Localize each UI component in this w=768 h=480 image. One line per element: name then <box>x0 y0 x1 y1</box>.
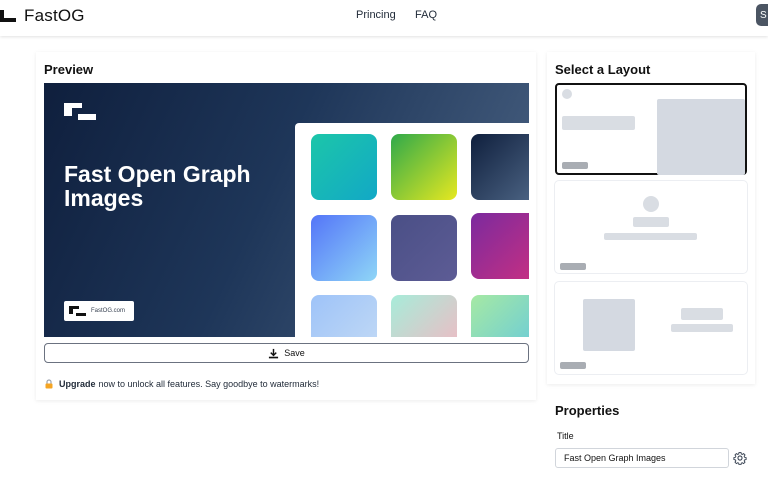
layout-thumb-image <box>657 99 745 175</box>
layout-thumb-image <box>583 299 635 351</box>
upgrade-link[interactable]: Upgrade <box>59 379 96 389</box>
brand[interactable]: FastOG <box>0 6 85 26</box>
upgrade-text: now to unlock all features. Say goodbye … <box>98 379 320 389</box>
gradient-tile <box>471 295 529 337</box>
logo-icon <box>0 9 18 23</box>
og-image-preview: Fast Open Graph Images FastOG.com <box>44 83 529 337</box>
save-label: Save <box>284 348 305 358</box>
save-button[interactable]: Save <box>44 343 529 363</box>
layout-thumb-avatar <box>562 89 572 99</box>
upgrade-notice: Upgrade now to unlock all features. Say … <box>44 379 319 389</box>
watermark-logo-icon <box>69 306 87 316</box>
gradient-tile <box>311 134 377 200</box>
properties-heading: Properties <box>555 403 620 418</box>
canvas-logo-icon <box>64 103 98 121</box>
layout-heading: Select a Layout <box>555 62 651 77</box>
layout-thumb-badge <box>562 162 588 169</box>
layout-option-2[interactable] <box>555 181 747 273</box>
gradient-tile <box>311 295 377 337</box>
layout-panel: Select a Layout <box>547 52 755 384</box>
layout-thumb-badge <box>560 362 586 369</box>
download-icon <box>269 348 279 358</box>
title-field-label: Title <box>557 431 574 441</box>
layout-thumb-title <box>562 116 635 130</box>
gradient-tile <box>471 213 529 279</box>
preview-panel: Preview Fast Open Graph Images FastOG.co… <box>36 52 536 400</box>
lock-icon <box>45 379 53 389</box>
watermark-text: FastOG.com <box>91 308 126 314</box>
layout-option-1[interactable] <box>555 83 747 175</box>
gradient-tile <box>471 134 529 200</box>
top-navbar: FastOG Princing FAQ S <box>0 0 768 36</box>
preview-heading: Preview <box>44 62 94 77</box>
title-input[interactable] <box>555 448 729 468</box>
layout-thumb-subtitle <box>671 324 733 332</box>
layout-option-3[interactable] <box>555 282 747 374</box>
nav-link-pricing[interactable]: Princing <box>356 9 396 21</box>
user-avatar-button[interactable]: S <box>756 4 768 26</box>
layout-thumb-subtitle <box>604 233 697 240</box>
watermark-badge: FastOG.com <box>64 301 134 321</box>
canvas-title: Fast Open Graph Images <box>64 161 251 211</box>
gradient-tile <box>311 215 377 281</box>
layout-thumb-avatar <box>643 196 659 212</box>
properties-panel: Properties Title <box>547 392 755 480</box>
gradient-grid-card <box>295 123 529 337</box>
gradient-tile <box>391 215 457 281</box>
gear-icon[interactable] <box>733 451 747 465</box>
gradient-tile <box>391 295 457 337</box>
avatar-initial: S <box>760 9 767 21</box>
layout-thumb-badge <box>560 263 586 270</box>
layout-thumb-title <box>681 308 723 320</box>
layout-thumb-title <box>633 217 669 227</box>
brand-name: FastOG <box>24 6 85 25</box>
gradient-tile <box>391 134 457 200</box>
nav-link-faq[interactable]: FAQ <box>415 9 437 21</box>
